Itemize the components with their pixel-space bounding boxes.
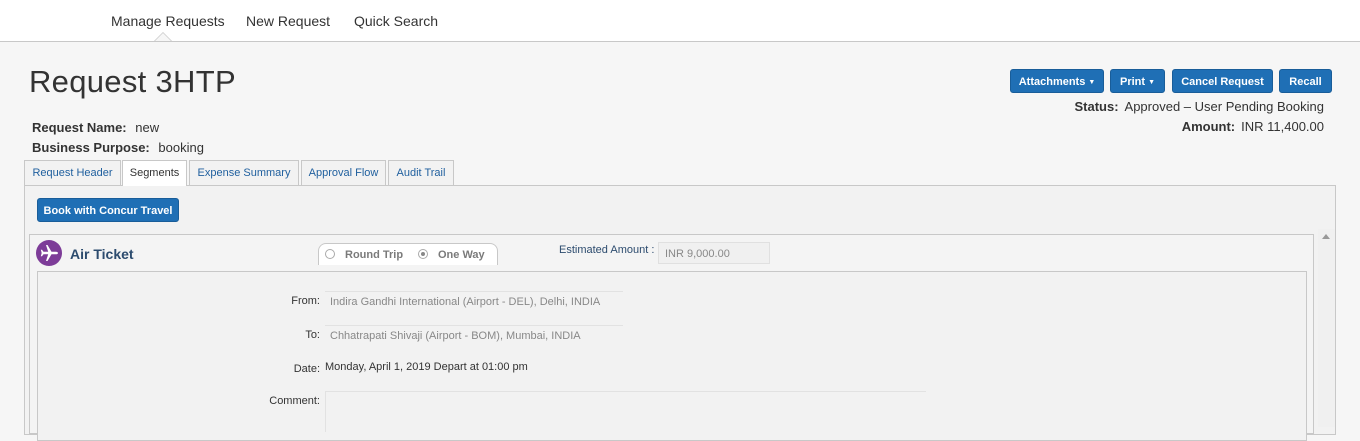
- tab-segments[interactable]: Segments: [122, 160, 187, 186]
- from-field: Indira Gandhi International (Airport - D…: [325, 291, 623, 313]
- round-trip-radio[interactable]: [325, 249, 335, 259]
- tab-request-header[interactable]: Request Header: [24, 160, 121, 185]
- attachments-button[interactable]: Attachments ▼: [1010, 69, 1104, 93]
- tab-audit-trail[interactable]: Audit Trail: [388, 160, 454, 185]
- scroll-up-arrow-icon[interactable]: [1322, 234, 1330, 239]
- airplane-icon: [36, 240, 62, 266]
- amount-label: Amount:: [1181, 119, 1236, 134]
- print-button[interactable]: Print ▼: [1110, 69, 1165, 93]
- nav-new-request[interactable]: New Request: [246, 13, 330, 29]
- active-nav-indicator: [154, 32, 172, 41]
- status-row: Status: Approved – User Pending Booking: [1074, 99, 1324, 114]
- business-purpose-value: booking: [158, 140, 204, 155]
- nav-manage-requests[interactable]: Manage Requests: [111, 13, 225, 29]
- recall-button[interactable]: Recall: [1279, 69, 1332, 93]
- attachments-label: Attachments: [1018, 76, 1086, 88]
- amount-row: Amount: INR 11,400.00: [1182, 119, 1324, 134]
- one-way-radio[interactable]: [418, 249, 428, 259]
- nav-quick-search[interactable]: Quick Search: [354, 13, 438, 29]
- top-navigation: Manage Requests New Request Quick Search: [0, 0, 1360, 42]
- business-purpose-label: Business Purpose:: [32, 140, 150, 155]
- segment-title: Air Ticket: [70, 246, 134, 262]
- round-trip-label: Round Trip: [345, 249, 404, 261]
- page-title: Request 3HTP: [29, 64, 236, 99]
- cancel-request-button[interactable]: Cancel Request: [1172, 69, 1273, 93]
- tab-approval-flow[interactable]: Approval Flow: [301, 160, 386, 185]
- estimated-amount-field: INR 9,000.00: [658, 242, 770, 264]
- tab-expense-summary[interactable]: Expense Summary: [189, 160, 299, 185]
- request-name-row: Request Name: new: [32, 120, 159, 135]
- estimated-amount-label: Estimated Amount :: [559, 244, 655, 256]
- status-value: Approved – User Pending Booking: [1124, 99, 1324, 114]
- vertical-scrollbar[interactable]: [1318, 229, 1335, 427]
- amount-value: INR 11,400.00: [1241, 119, 1324, 134]
- date-value: Monday, April 1, 2019 Depart at 01:00 pm: [325, 361, 528, 373]
- comment-field[interactable]: [325, 391, 926, 432]
- request-name-value: new: [135, 120, 160, 135]
- to-field: Chhatrapati Shivaji (Airport - BOM), Mum…: [325, 325, 623, 347]
- to-label: To:: [305, 329, 320, 341]
- chevron-down-icon: ▼: [1088, 79, 1096, 86]
- comment-label: Comment:: [269, 395, 320, 407]
- from-label: From:: [291, 295, 320, 307]
- request-name-label: Request Name:: [32, 120, 127, 135]
- date-label: Date:: [293, 363, 320, 375]
- book-with-concur-travel-button[interactable]: Book with Concur Travel: [37, 198, 179, 222]
- print-label: Print: [1120, 76, 1146, 88]
- one-way-label: One Way: [438, 249, 485, 261]
- status-label: Status:: [1074, 99, 1119, 114]
- chevron-down-icon: ▼: [1148, 79, 1155, 86]
- business-purpose-row: Business Purpose: booking: [32, 140, 204, 155]
